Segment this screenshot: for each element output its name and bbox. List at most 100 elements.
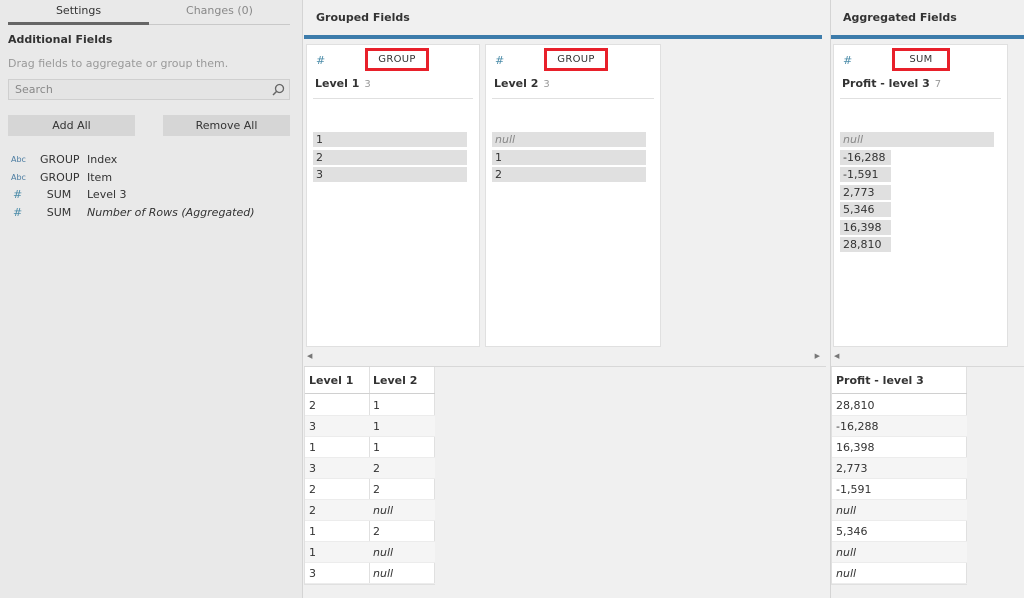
additional-fields-title: Additional Fields: [8, 33, 113, 46]
remove-all-button[interactable]: Remove All: [163, 115, 290, 136]
number-type-icon: #: [13, 206, 23, 219]
field-name: Item: [87, 171, 113, 184]
table-cell: 3: [305, 563, 369, 584]
table-cell: -16,288: [832, 416, 967, 437]
number-type-icon: #: [316, 54, 326, 67]
search-icon[interactable]: [272, 83, 285, 96]
table-cell: null: [832, 500, 967, 521]
field-card-level-1[interactable]: # GROUP Level 1 3 1 2 3: [306, 44, 480, 347]
field-name: Index: [87, 153, 118, 166]
aggregated-fields-title: Aggregated Fields: [843, 11, 957, 24]
table-cell: 16,398: [832, 437, 967, 458]
card-value-count: 7: [934, 79, 942, 90]
table-cell: 1: [369, 416, 435, 437]
table-cell: 1: [305, 521, 369, 542]
divider: [840, 98, 1001, 99]
table-cell: 1: [369, 395, 435, 416]
field-row[interactable]: Abc GROUP Index: [11, 153, 296, 170]
table-cell: 2,773: [832, 458, 967, 479]
value-bar[interactable]: 1: [313, 132, 467, 147]
field-aggregation: GROUP: [40, 171, 80, 184]
table-cell: 2: [369, 479, 435, 500]
value-bar[interactable]: -16,288: [840, 150, 891, 165]
value-bar[interactable]: 2,773: [840, 185, 891, 200]
table-cell: 1: [369, 437, 435, 458]
number-type-icon: #: [843, 54, 853, 67]
column-header[interactable]: Level 2: [369, 367, 435, 394]
table-cell: 2: [305, 395, 369, 416]
value-bar[interactable]: 2: [492, 167, 646, 182]
settings-panel: Settings Changes (0) Additional Fields D…: [0, 0, 303, 598]
aggregation-dropdown[interactable]: GROUP: [544, 48, 608, 71]
value-bar[interactable]: 3: [313, 167, 467, 182]
value-bar[interactable]: null: [840, 132, 994, 147]
search-input[interactable]: Search: [8, 79, 290, 100]
aggregated-data-table: Profit - level 3 28,810 -16,288 16,398 2…: [831, 367, 967, 585]
card-value-count: 3: [364, 79, 371, 90]
aggregated-fields-section: Aggregated Fields # SUM Profit - level 3…: [830, 0, 1024, 598]
field-name: Number of Rows (Aggregated): [87, 206, 255, 219]
table-cell: null: [369, 563, 435, 584]
value-bar[interactable]: 5,346: [840, 202, 891, 217]
scroll-left-icon[interactable]: ◀: [307, 352, 312, 364]
field-row[interactable]: # SUM Level 3: [11, 188, 296, 205]
panel-tabs: Settings Changes (0): [8, 0, 290, 25]
table-cell: 2: [369, 521, 435, 542]
table-cell: null: [832, 542, 967, 563]
grouped-fields-section: Grouped Fields # GROUP Level 1 3 1 2 3 # …: [304, 0, 826, 598]
field-aggregation: SUM: [46, 206, 72, 219]
value-bar[interactable]: 28,810: [840, 237, 891, 252]
number-type-icon: #: [495, 54, 505, 67]
card-field-name: Level 1: [315, 77, 360, 90]
grouped-data-table: Level 1 Level 2 2 1 3 1 1 1 3 2 2 2 2 nu…: [304, 367, 435, 585]
field-name: Level 3: [87, 188, 127, 201]
number-type-icon: #: [13, 188, 23, 201]
table-cell: 3: [305, 458, 369, 479]
add-all-button[interactable]: Add All: [8, 115, 135, 136]
aggregation-dropdown[interactable]: SUM: [892, 48, 950, 71]
card-field-name: Profit - level 3: [842, 77, 930, 90]
string-type-icon: Abc: [11, 155, 26, 164]
value-bar[interactable]: null: [492, 132, 646, 147]
card-title: Level 2 3: [494, 77, 550, 90]
card-value-count: 3: [543, 79, 550, 90]
table-cell: null: [369, 500, 435, 521]
value-bar[interactable]: 2: [313, 150, 467, 165]
field-aggregation: SUM: [46, 188, 72, 201]
table-cell: null: [369, 542, 435, 563]
card-field-name: Level 2: [494, 77, 539, 90]
section-accent-bar: [831, 35, 1024, 39]
table-cell: 1: [305, 542, 369, 563]
tab-changes[interactable]: Changes (0): [149, 0, 290, 25]
search-placeholder: Search: [15, 83, 53, 96]
divider: [492, 98, 654, 99]
table-cell: 2: [305, 500, 369, 521]
field-row[interactable]: # SUM Number of Rows (Aggregated): [11, 206, 296, 223]
value-bar[interactable]: 1: [492, 150, 646, 165]
grouped-fields-title: Grouped Fields: [316, 11, 410, 24]
table-cell: 5,346: [832, 521, 967, 542]
table-cell: -1,591: [832, 479, 967, 500]
value-bar[interactable]: -1,591: [840, 167, 891, 182]
card-title: Profit - level 3 7: [842, 77, 941, 90]
column-header[interactable]: Level 1: [305, 367, 369, 394]
value-bar[interactable]: 16,398: [840, 220, 891, 235]
table-cell: 2: [369, 458, 435, 479]
scroll-left-icon[interactable]: ◀: [834, 352, 839, 364]
scroll-right-icon[interactable]: ▶: [815, 352, 820, 364]
field-card-profit-level-3[interactable]: # SUM Profit - level 3 7 null -16,288 -1,…: [833, 44, 1008, 347]
divider: [313, 98, 473, 99]
table-cell: null: [832, 563, 967, 584]
table-cell: 28,810: [832, 395, 967, 416]
tab-settings[interactable]: Settings: [8, 0, 149, 25]
field-row[interactable]: Abc GROUP Item: [11, 171, 296, 188]
string-type-icon: Abc: [11, 173, 26, 182]
aggregation-dropdown[interactable]: GROUP: [365, 48, 429, 71]
field-card-level-2[interactable]: # GROUP Level 2 3 null 1 2: [485, 44, 661, 347]
additional-fields-description: Drag fields to aggregate or group them.: [8, 57, 229, 70]
column-header[interactable]: Profit - level 3: [832, 367, 967, 394]
card-title: Level 1 3: [315, 77, 371, 90]
section-accent-bar: [304, 35, 822, 39]
table-cell: 1: [305, 437, 369, 458]
table-cell: 3: [305, 416, 369, 437]
